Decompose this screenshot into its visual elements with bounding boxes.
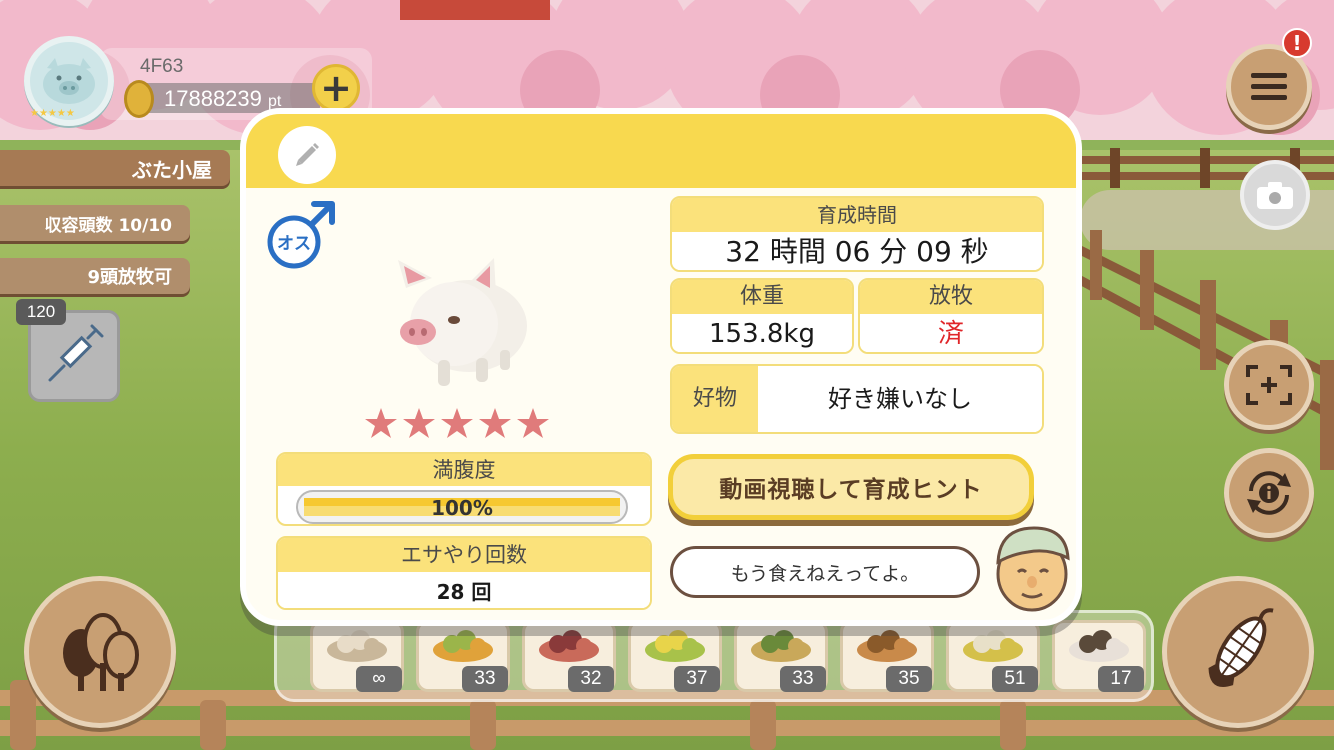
release-count-label: 9頭放牧可 [0, 258, 190, 294]
favorite-value: 好き嫌いなし [758, 366, 1042, 432]
points-value: 17888239 [164, 86, 262, 111]
weight-value: 153.8kg [672, 314, 852, 352]
corn-icon [1208, 608, 1274, 688]
camera-icon [1257, 182, 1293, 209]
focus-button[interactable] [1224, 340, 1314, 430]
star-icon [441, 408, 473, 438]
feed-count-value: 28 回 [278, 572, 650, 608]
camera-button[interactable] [1240, 160, 1310, 230]
sweet-potato-icon [539, 630, 599, 662]
capacity-label: 収容頭数 10/10 [0, 205, 190, 241]
acorns-icon [857, 630, 917, 662]
farmer-face-icon [996, 526, 1070, 612]
corn-icon [645, 630, 705, 662]
info-refresh-icon [1247, 471, 1291, 515]
grazing-value: 済 [860, 314, 1042, 352]
feed-corn-button[interactable] [1162, 576, 1314, 728]
feed-count-caption: エサやり回数 [278, 538, 650, 572]
feed-count-corn: 37 [674, 666, 720, 692]
truffle-plate-icon [1069, 630, 1129, 662]
alert-badge: ! [1282, 28, 1312, 58]
syringe-count: 120 [16, 299, 66, 325]
dialog-header [246, 114, 1076, 188]
feed-count-box: エサやり回数 28 回 [276, 536, 652, 610]
trees-button[interactable] [24, 576, 176, 728]
info-cycle-button[interactable] [1224, 448, 1314, 538]
avatar-rank-stars: ★★★★★ [30, 108, 75, 119]
gender-label: オス [277, 234, 311, 254]
video-hint-button[interactable]: 動画視聴して育成ヒント [668, 454, 1034, 520]
mixed-grain-icon [327, 630, 387, 662]
hamburger-menu-icon [1251, 73, 1287, 100]
player-id: 4F63 [140, 56, 184, 77]
feed-count-salad-plate: 51 [992, 666, 1038, 692]
feed-count-vegetable-mix: 33 [462, 666, 508, 692]
add-points-button[interactable]: + [312, 64, 360, 112]
syringe-icon [48, 324, 104, 382]
favorite-food-box: 好物 好き嫌いなし [670, 364, 1044, 434]
favorite-caption: 好物 [672, 366, 758, 432]
salad-plate-icon [963, 630, 1023, 662]
fullness-bar: 100% [296, 490, 628, 524]
feed-count-sprout-beans: 33 [780, 666, 826, 692]
star-icon [517, 408, 549, 438]
edit-name-button[interactable] [278, 126, 336, 184]
pig-detail-dialog: オス 満腹度 100% エサやり回数 28 回 育成時間 32 時間 06 分 … [240, 108, 1082, 626]
raising-time-caption: 育成時間 [672, 198, 1042, 232]
focus-target-icon [1246, 365, 1292, 405]
grazing-box: 放牧 済 [858, 278, 1044, 354]
weight-caption: 体重 [672, 280, 852, 314]
pig-house-label[interactable]: ぶた小屋 [0, 150, 230, 186]
weight-box: 体重 153.8kg [670, 278, 854, 354]
feed-count-truffle-plate: 17 [1098, 666, 1144, 692]
pig-face-icon [43, 58, 95, 104]
pig-illustration [398, 258, 527, 386]
points-display: 17888239 pt [164, 86, 281, 112]
pencil-icon [296, 143, 319, 166]
coin-icon [124, 80, 154, 118]
fullness-box: 満腹度 100% [276, 452, 652, 526]
star-rating [364, 406, 564, 440]
raising-time-box: 育成時間 32 時間 06 分 09 秒 [670, 196, 1044, 272]
feed-count-mixed-grain: ∞ [356, 666, 402, 692]
star-icon [365, 408, 397, 438]
male-gender-icon: オス [267, 201, 335, 269]
feed-count-acorns: 35 [886, 666, 932, 692]
fullness-caption: 満腹度 [278, 454, 650, 486]
star-icon [403, 408, 435, 438]
grazing-caption: 放牧 [860, 280, 1042, 314]
sprout-beans-icon [751, 630, 811, 662]
trees-icon [63, 613, 139, 691]
raising-time-value: 32 時間 06 分 09 秒 [672, 232, 1042, 270]
star-icon [479, 408, 511, 438]
feed-count-sweet-potato: 32 [568, 666, 614, 692]
vegetable-mix-icon [433, 630, 493, 662]
farmer-speech-bubble: もう食えねえってよ。 [670, 546, 980, 598]
fullness-value: 100% [431, 496, 493, 520]
